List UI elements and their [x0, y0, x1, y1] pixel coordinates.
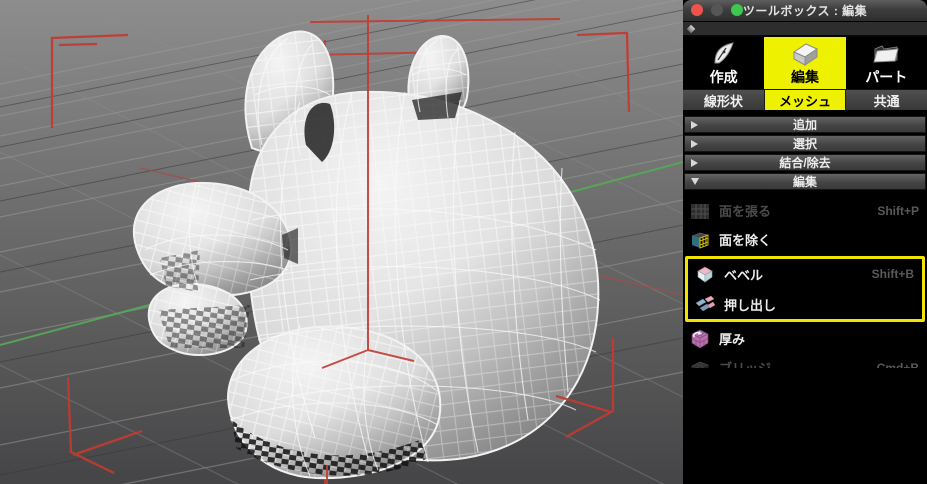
menu-item-extrude[interactable]: 押し出し	[688, 289, 922, 319]
tab-common[interactable]: 共通	[846, 90, 927, 110]
menu-item-remove-face[interactable]: 面を除く	[683, 225, 927, 254]
menu-item-thickness[interactable]: 厚み	[683, 324, 927, 353]
chevron-right-icon	[691, 140, 698, 148]
toolbox-window: ツールボックス : 編集 作成 編集	[683, 0, 927, 368]
collapse-diamond-icon[interactable]	[687, 24, 695, 32]
palette-widget-row	[683, 22, 927, 37]
viewport-canvas[interactable]	[0, 0, 683, 484]
app-screen: ツールボックス : 編集 作成 編集	[0, 0, 927, 484]
zoom-button[interactable]	[731, 4, 743, 16]
highlighted-tools-box: ベベル Shift+B 押し出し	[685, 256, 925, 322]
minimize-button[interactable]	[711, 4, 723, 16]
section-list: 追加 選択 結合/除去 編集	[683, 112, 927, 190]
extrude-icon	[695, 294, 715, 314]
traffic-lights	[691, 4, 743, 16]
tool-create-label: 作成	[710, 67, 738, 87]
folder-icon	[872, 40, 900, 67]
thickness-icon	[690, 329, 710, 349]
eraser-icon	[790, 40, 820, 67]
menu-item-list: 面を張る Shift+P 面を除く	[683, 192, 927, 368]
window-titlebar[interactable]: ツールボックス : 編集	[683, 0, 927, 22]
section-header-join-remove[interactable]: 結合/除去	[684, 154, 926, 171]
remove-face-icon	[690, 230, 710, 250]
tool-edit-button[interactable]: 編集	[764, 37, 845, 89]
menu-item-stitch-face: 面を張る Shift+P	[683, 196, 927, 225]
menu-item-bevel[interactable]: ベベル Shift+B	[688, 259, 922, 289]
tool-mode-row: 作成 編集 パート	[683, 37, 927, 89]
chevron-down-icon	[691, 178, 699, 185]
section-header-edit[interactable]: 編集	[684, 173, 926, 190]
tool-edit-label: 編集	[791, 67, 819, 87]
tool-part-label: パート	[865, 67, 907, 87]
section-header-add[interactable]: 追加	[684, 116, 926, 133]
tab-mesh[interactable]: メッシュ	[765, 90, 847, 110]
tool-create-button[interactable]: 作成	[683, 37, 764, 89]
section-header-select[interactable]: 選択	[684, 135, 926, 152]
close-button[interactable]	[691, 4, 703, 16]
menu-item-bridge: ブリッジ Cmd+B	[683, 353, 927, 368]
bevel-icon	[695, 264, 715, 284]
chevron-right-icon	[691, 159, 698, 167]
viewport-3d[interactable]	[0, 0, 683, 484]
tab-line-shape[interactable]: 線形状	[683, 90, 765, 110]
bridge-icon	[690, 358, 710, 369]
pen-icon	[710, 40, 738, 67]
chevron-right-icon	[691, 121, 698, 129]
stitch-face-icon	[690, 201, 710, 221]
tool-part-button[interactable]: パート	[846, 37, 927, 89]
category-tabs: 線形状 メッシュ 共通	[683, 89, 927, 112]
